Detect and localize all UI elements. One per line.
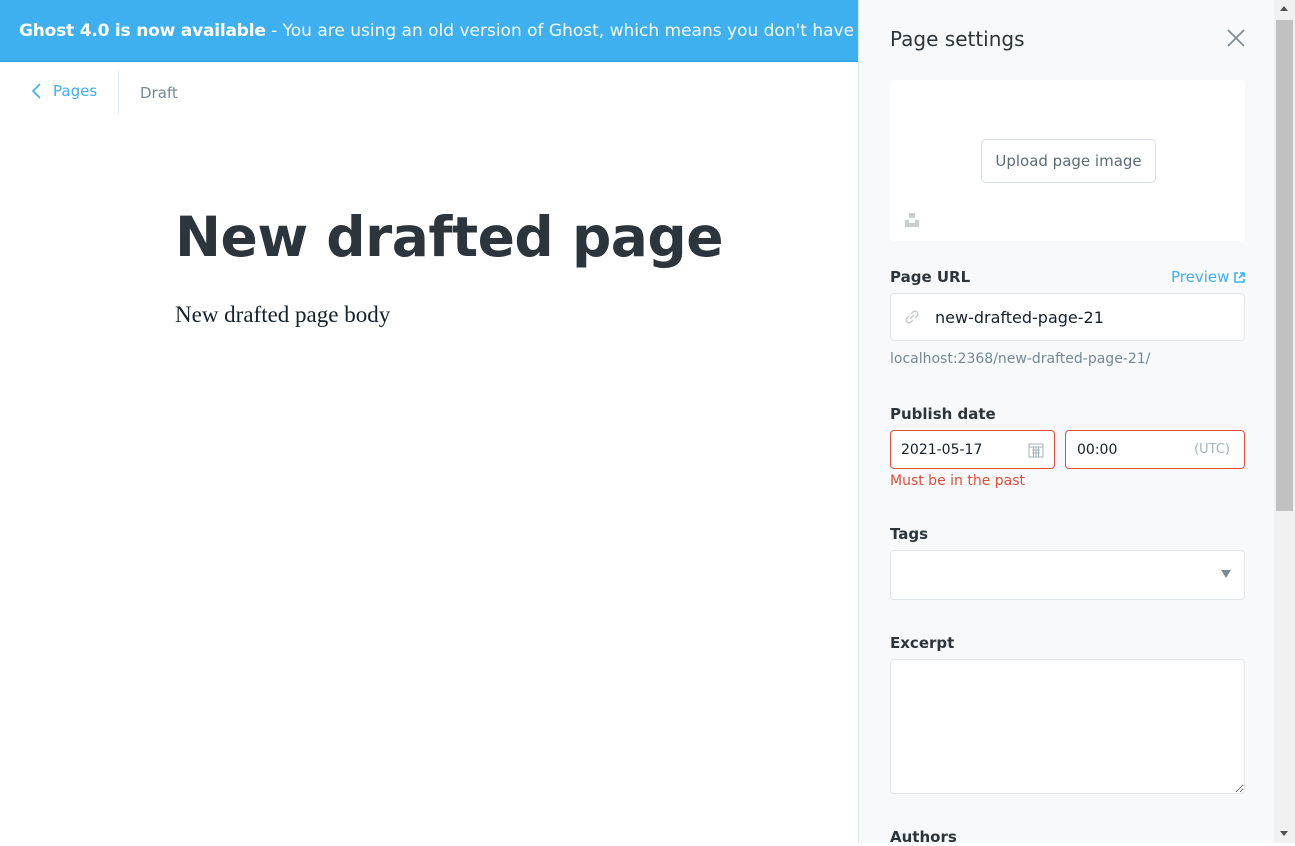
- time-field: (UTC): [1065, 430, 1245, 469]
- timezone-label: (UTC): [1194, 442, 1230, 457]
- scroll-down-arrow-icon[interactable]: [1280, 831, 1288, 836]
- scrollbar-thumb[interactable]: [1276, 20, 1293, 511]
- page-url-field: [890, 293, 1245, 341]
- post-status: Draft: [140, 84, 178, 102]
- external-link-icon: [1234, 271, 1246, 283]
- unsplash-icon[interactable]: [904, 212, 920, 228]
- tags-input[interactable]: [890, 550, 1245, 600]
- excerpt-textarea[interactable]: [890, 659, 1245, 794]
- page-settings-panel: Page settings Upload page image Page URL…: [858, 0, 1274, 846]
- close-icon[interactable]: [1225, 27, 1247, 49]
- scroll-up-arrow-icon[interactable]: [1280, 6, 1288, 11]
- tags-label: Tags: [890, 525, 929, 543]
- upload-image-button[interactable]: Upload page image: [981, 139, 1156, 183]
- publish-date-input[interactable]: [901, 431, 1011, 468]
- page-url-hint: localhost:2368/new-drafted-page-21/: [890, 351, 1151, 367]
- authors-label: Authors: [890, 828, 957, 846]
- preview-link[interactable]: Preview: [1171, 268, 1246, 286]
- banner-message: - You are using an old version of Ghost,…: [271, 21, 858, 41]
- link-icon: [905, 310, 919, 324]
- date-field: [890, 430, 1055, 469]
- page-url-label: Page URL: [890, 268, 971, 286]
- publish-date-label: Publish date: [890, 405, 996, 423]
- date-error-message: Must be in the past: [890, 473, 1026, 489]
- header-divider: [118, 71, 119, 115]
- publish-time-input[interactable]: [1077, 431, 1167, 468]
- banner-headline: Ghost 4.0 is now available: [19, 21, 266, 41]
- back-to-pages-link[interactable]: Pages: [31, 82, 97, 100]
- page-title[interactable]: New drafted page: [175, 205, 724, 269]
- editor-header: Pages Draft: [0, 62, 858, 124]
- chevron-left-icon: [31, 83, 41, 99]
- panel-scrollbar[interactable]: [1274, 0, 1295, 843]
- caret-down-icon[interactable]: [1221, 570, 1231, 578]
- back-link-label: Pages: [53, 82, 98, 100]
- update-banner: Ghost 4.0 is now available - You are usi…: [0, 0, 858, 62]
- calendar-icon[interactable]: [1028, 442, 1044, 458]
- panel-title: Page settings: [890, 27, 1025, 51]
- page-body[interactable]: New drafted page body: [175, 302, 390, 328]
- excerpt-label: Excerpt: [890, 634, 955, 652]
- page-image-uploader: Upload page image: [890, 80, 1245, 241]
- slug-input[interactable]: [935, 294, 1235, 340]
- preview-label: Preview: [1171, 268, 1230, 286]
